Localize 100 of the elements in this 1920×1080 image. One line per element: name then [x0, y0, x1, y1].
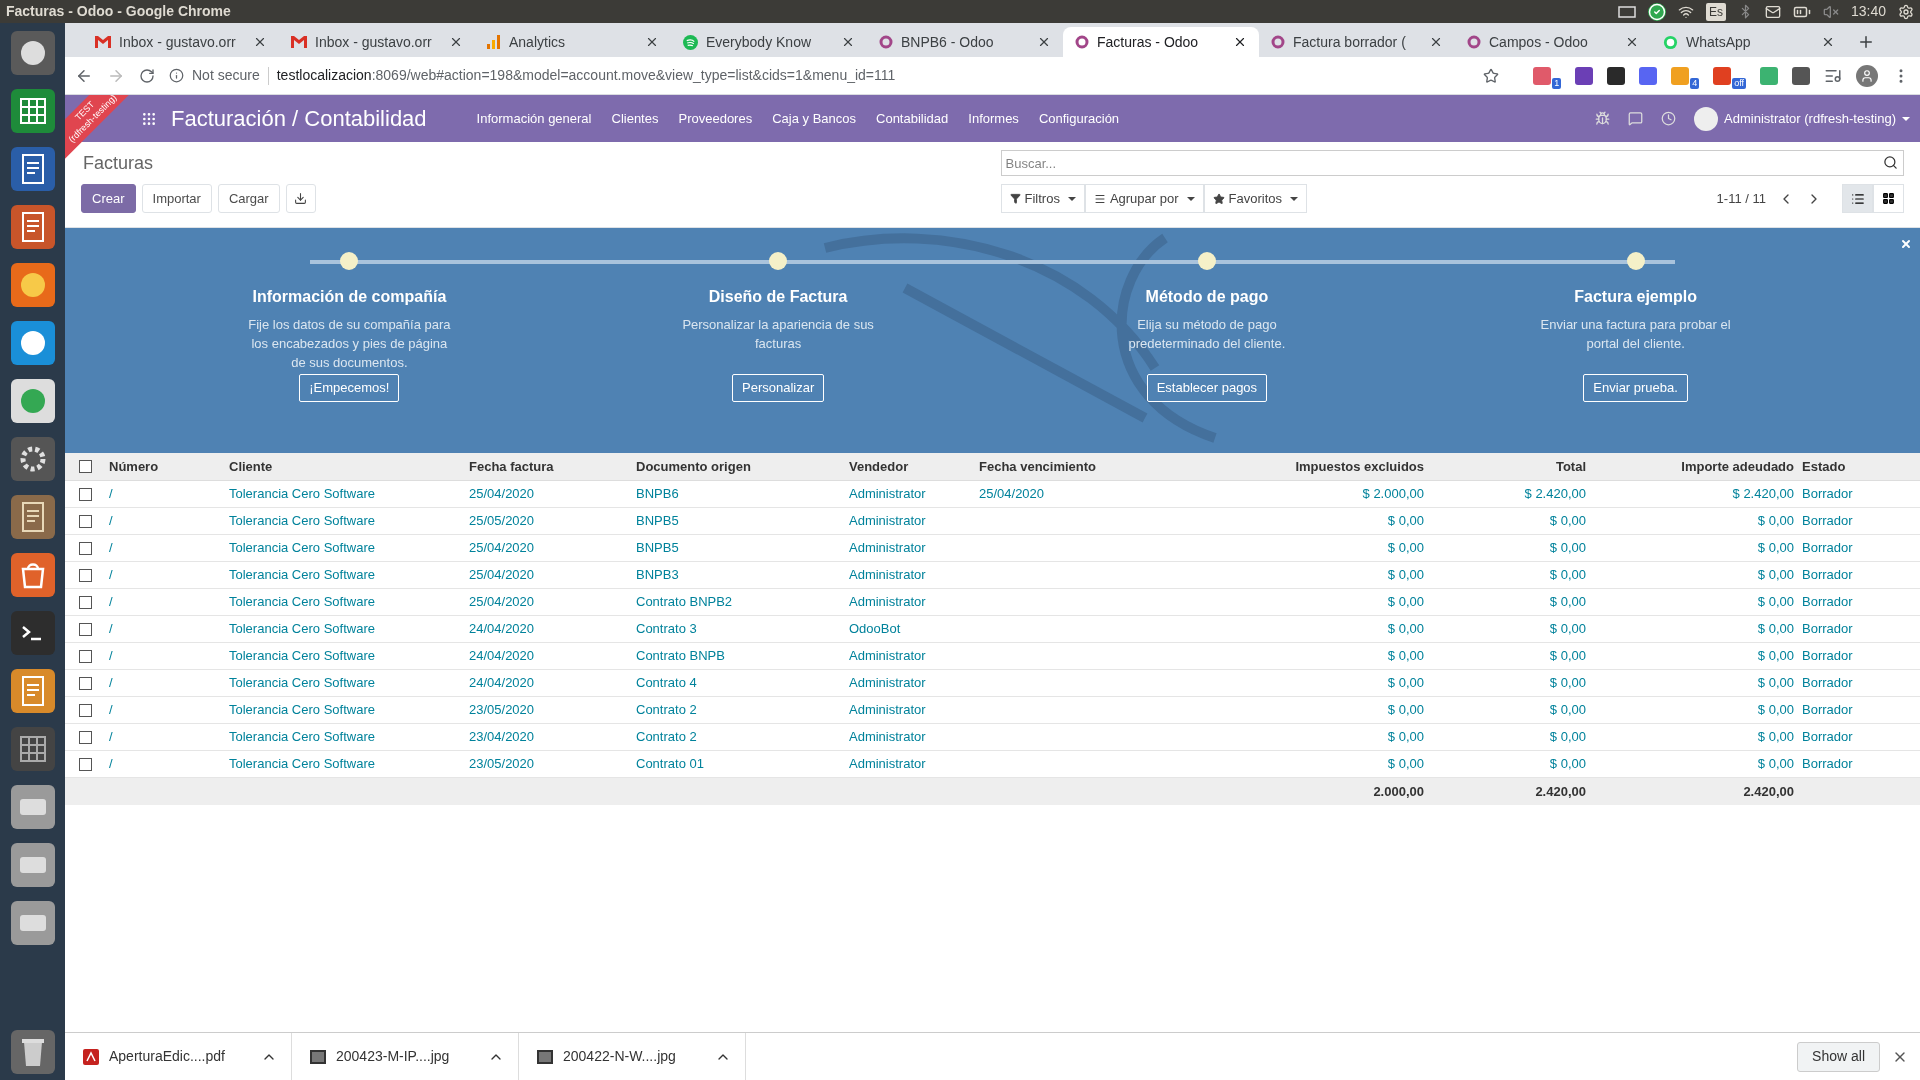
download-item[interactable]: 200422-N-W....jpg: [519, 1033, 746, 1080]
extension-icon[interactable]: [1575, 66, 1594, 85]
download-button[interactable]: [285, 184, 316, 213]
browser-tab[interactable]: Facturas - Odoo: [1063, 27, 1259, 57]
bug-icon[interactable]: [1595, 111, 1611, 126]
nav-menu-item[interactable]: Caja y Bancos: [772, 108, 856, 129]
clock-icon[interactable]: [1661, 111, 1677, 126]
column-header[interactable]: Total: [1428, 456, 1590, 477]
close-icon[interactable]: [645, 35, 659, 49]
close-icon[interactable]: [1821, 35, 1835, 49]
nav-menu-item[interactable]: Clientes: [611, 108, 659, 129]
nav-menu-item[interactable]: Configuración: [1038, 108, 1120, 129]
settings-icon[interactable]: [1898, 3, 1914, 20]
create-button[interactable]: Crear: [81, 184, 136, 213]
column-header[interactable]: Vendedor: [845, 456, 975, 477]
show-all-button[interactable]: Show all: [1797, 1041, 1880, 1072]
chat-icon[interactable]: [1628, 111, 1644, 126]
check-icon[interactable]: [1647, 2, 1666, 21]
app-launcher-icon[interactable]: [10, 321, 55, 365]
table-row[interactable]: / Tolerancia Cero Software 23/05/2020 Contrato 2 Administrator $ 0,00 $ 0,00 $ 0,00 Borrador: [65, 697, 1920, 724]
nav-menu-item[interactable]: Contabilidad: [876, 108, 949, 129]
table-row[interactable]: / Tolerancia Cero Software 23/04/2020 Contrato 2 Administrator $ 0,00 $ 0,00 $ 0,00 Borrador: [65, 724, 1920, 751]
browser-tab[interactable]: WhatsApp: [1651, 27, 1847, 57]
kanban-view-button[interactable]: [1873, 184, 1904, 213]
app-launcher-icon[interactable]: [10, 843, 55, 887]
column-header[interactable]: Estado: [1798, 456, 1920, 477]
reload-icon[interactable]: [139, 67, 155, 84]
extension-icon[interactable]: [1792, 66, 1810, 85]
search-icon[interactable]: [1883, 155, 1898, 170]
filter-dropdown[interactable]: Filtros: [1000, 184, 1085, 213]
row-checkbox[interactable]: [78, 676, 92, 690]
clock-time[interactable]: 13:40: [1850, 1, 1886, 22]
download-item[interactable]: AperturaEdic....pdf: [65, 1033, 292, 1080]
nav-menu-item[interactable]: Informes: [968, 108, 1019, 129]
address-field[interactable]: Not secure testlocalizacion:8069/web#action=198&model=account.move&view_type=list&cids=1&menu_id=111: [169, 61, 1520, 90]
apps-menu-icon[interactable]: [141, 110, 157, 127]
filter-dropdown[interactable]: Agrupar por: [1084, 184, 1204, 213]
search-field[interactable]: Buscar...: [1000, 150, 1904, 176]
step-button[interactable]: Establecer pagos: [1146, 374, 1268, 402]
nav-menu-item[interactable]: Proveedores: [678, 108, 753, 129]
table-row[interactable]: / Tolerancia Cero Software 25/04/2020 BNPB6 Administrator 25/04/2020 $ 2.000,00 $ 2.420,00 $ 2.420,00 Borrador: [65, 481, 1920, 508]
browser-tab[interactable]: Campos - Odoo: [1455, 27, 1651, 57]
trash-icon[interactable]: [10, 1030, 55, 1074]
column-header[interactable]: Impuestos excluidos: [1192, 456, 1428, 477]
app-launcher-icon[interactable]: [10, 89, 55, 133]
browser-tab[interactable]: Inbox - gustavo.orr: [83, 27, 279, 57]
app-launcher-icon[interactable]: [10, 205, 55, 249]
app-launcher-icon[interactable]: [10, 31, 55, 75]
close-icon[interactable]: [1037, 35, 1051, 49]
browser-tab[interactable]: BNPB6 - Odoo: [867, 27, 1063, 57]
new-tab-icon[interactable]: [1857, 33, 1875, 51]
row-checkbox[interactable]: [78, 649, 92, 663]
mail-icon[interactable]: [1764, 3, 1781, 20]
browser-tab[interactable]: Analytics: [475, 27, 671, 57]
browser-tab[interactable]: Everybody Know: [671, 27, 867, 57]
table-row[interactable]: / Tolerancia Cero Software 25/04/2020 BNPB3 Administrator $ 0,00 $ 0,00 $ 0,00 Borrador: [65, 562, 1920, 589]
row-checkbox[interactable]: [78, 703, 92, 717]
mute-icon[interactable]: [1822, 3, 1839, 20]
extension-icon[interactable]: [1607, 66, 1626, 85]
column-header[interactable]: Documento origen: [632, 456, 845, 477]
app-launcher-icon[interactable]: [10, 553, 55, 597]
step-button[interactable]: Enviar prueba.: [1583, 374, 1688, 402]
bookmark-star-icon[interactable]: [1483, 67, 1500, 84]
nav-menu-item[interactable]: Información general: [476, 108, 592, 129]
close-icon[interactable]: [449, 35, 463, 49]
row-checkbox[interactable]: [78, 757, 92, 771]
app-launcher-icon[interactable]: [10, 437, 55, 481]
table-row[interactable]: / Tolerancia Cero Software 25/04/2020 BNPB5 Administrator $ 0,00 $ 0,00 $ 0,00 Borrador: [65, 535, 1920, 562]
column-header[interactable]: Fecha factura: [465, 456, 632, 477]
browser-tab[interactable]: Factura borrador (: [1259, 27, 1455, 57]
close-icon[interactable]: [1625, 35, 1639, 49]
table-row[interactable]: / Tolerancia Cero Software 25/05/2020 BNPB5 Administrator $ 0,00 $ 0,00 $ 0,00 Borrador: [65, 508, 1920, 535]
step-button[interactable]: ¡Empecemos!: [299, 374, 400, 402]
row-checkbox[interactable]: [78, 595, 92, 609]
browser-tab[interactable]: Inbox - gustavo.orr: [279, 27, 475, 57]
toolbar-button[interactable]: Cargar: [217, 184, 280, 213]
download-item[interactable]: 200423-M-IP....jpg: [292, 1033, 519, 1080]
profile-avatar[interactable]: [1856, 64, 1878, 87]
app-launcher-icon[interactable]: [10, 379, 55, 423]
table-row[interactable]: / Tolerancia Cero Software 24/04/2020 Contrato 3 OdooBot $ 0,00 $ 0,00 $ 0,00 Borrador: [65, 616, 1920, 643]
step-button[interactable]: Personalizar: [732, 374, 825, 402]
app-launcher-icon[interactable]: [10, 785, 55, 829]
close-icon[interactable]: [841, 35, 855, 49]
app-title[interactable]: Facturación / Contabilidad: [171, 102, 427, 135]
keyboard-indicator[interactable]: Es: [1705, 2, 1726, 21]
app-launcher-icon[interactable]: [10, 669, 55, 713]
row-checkbox[interactable]: [78, 487, 92, 501]
app-launcher-icon[interactable]: [10, 611, 55, 655]
row-checkbox[interactable]: [78, 568, 92, 582]
app-launcher-icon[interactable]: [10, 263, 55, 307]
screen-icon[interactable]: [1617, 5, 1636, 18]
app-launcher-icon[interactable]: [10, 495, 55, 539]
list-view-button[interactable]: [1842, 184, 1873, 213]
close-icon[interactable]: [253, 35, 267, 49]
column-header[interactable]: Importe adeudado: [1590, 456, 1798, 477]
row-checkbox[interactable]: [78, 541, 92, 555]
filter-dropdown[interactable]: Favoritos: [1203, 184, 1307, 213]
select-all-checkbox[interactable]: [78, 460, 92, 473]
app-launcher-icon[interactable]: [10, 147, 55, 191]
user-menu[interactable]: Administrator (rdfresh-testing): [1694, 106, 1910, 131]
